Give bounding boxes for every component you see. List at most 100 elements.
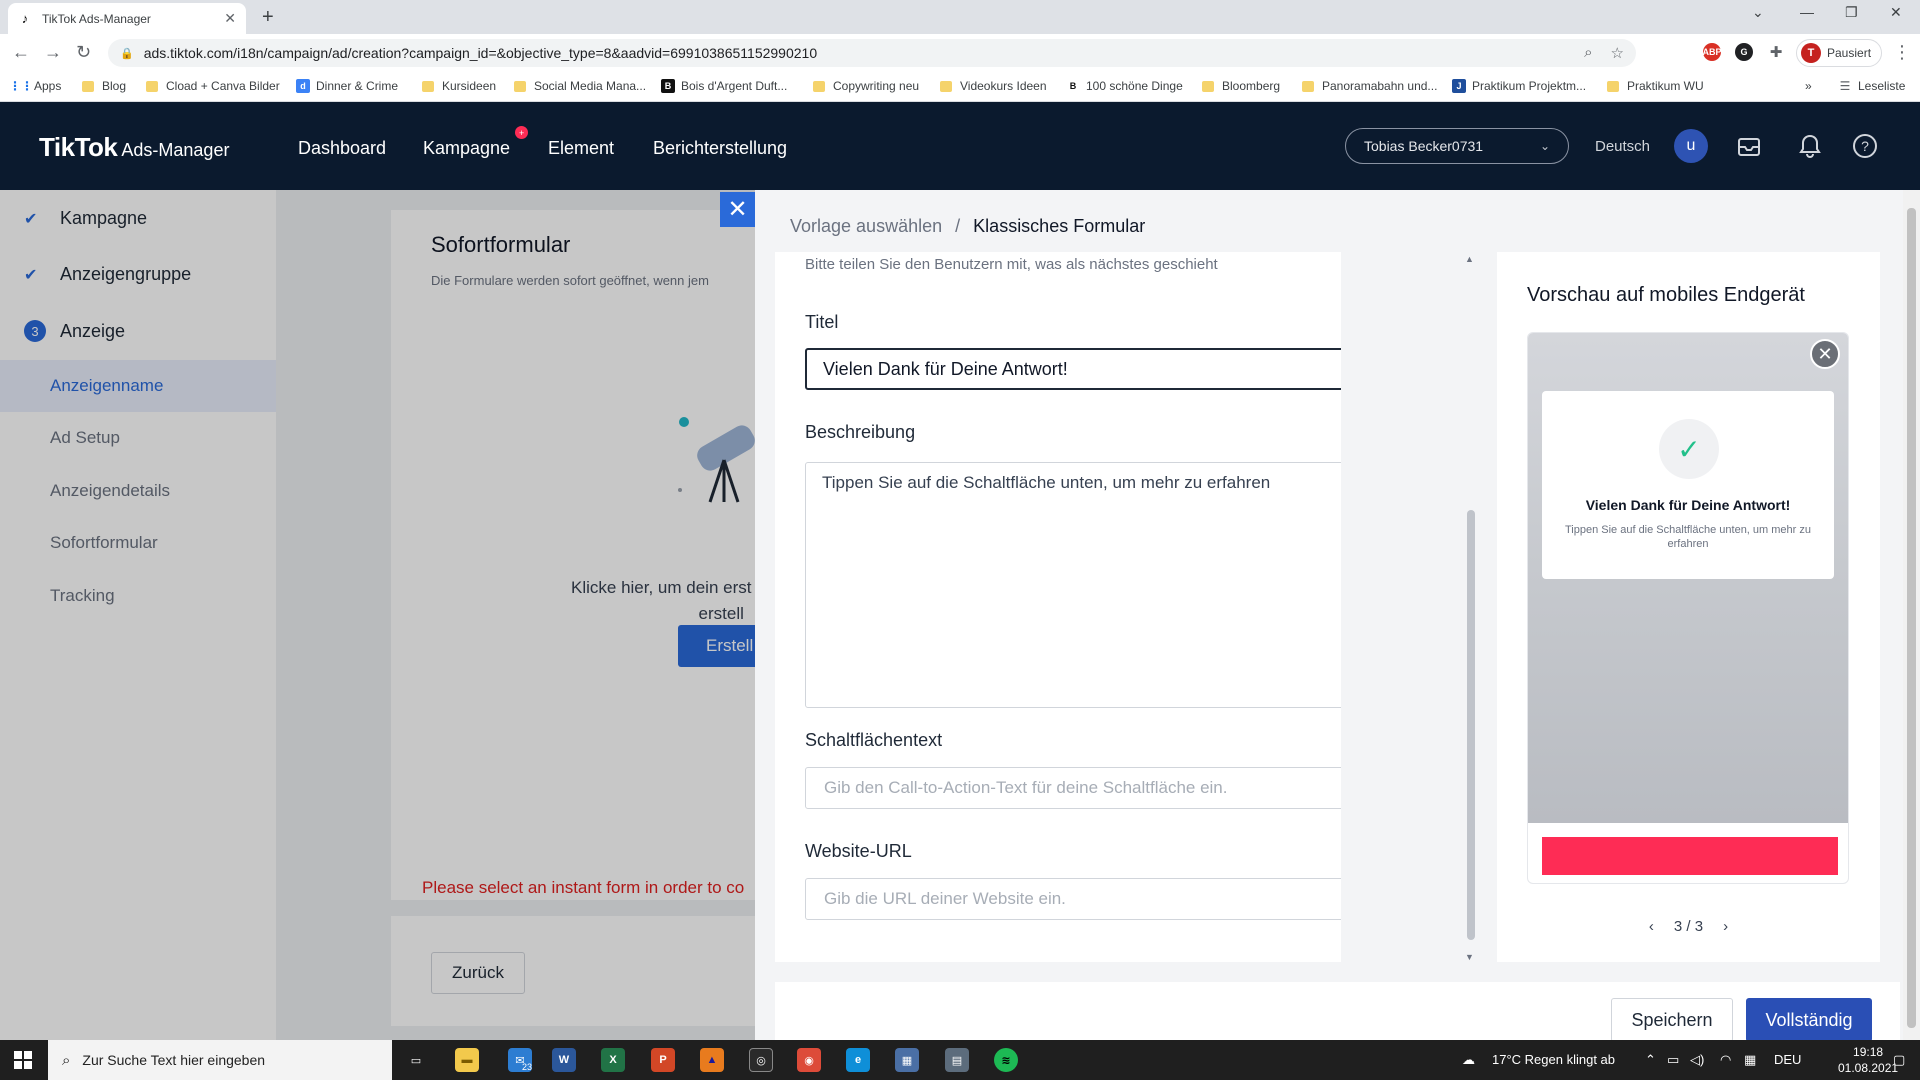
bookmark-item[interactable]: d Dinner & Crime <box>296 79 398 93</box>
more-bookmarks-icon[interactable]: » <box>1805 79 1812 93</box>
next-page-icon[interactable]: › <box>1723 918 1728 935</box>
bookmark-item[interactable]: Social Media Mana... <box>514 79 646 93</box>
title-input[interactable]: Vielen Dank für Deine Antwort! ✕ <box>805 348 1341 390</box>
notifications-bell-icon[interactable] <box>1793 129 1827 163</box>
profile-chip[interactable]: T Pausiert <box>1796 39 1882 67</box>
scroll-down-icon[interactable]: ▼ <box>1465 952 1474 962</box>
bookmark-item[interactable]: Panoramabahn und... <box>1302 79 1437 93</box>
back-icon[interactable]: ← <box>12 42 30 63</box>
powerpoint-icon[interactable]: P <box>651 1048 675 1072</box>
tiktok-ads-logo[interactable]: TikTok Ads-Manager <box>39 132 229 163</box>
reload-icon[interactable]: ↻ <box>76 42 91 63</box>
app-icon[interactable]: ▦ <box>895 1048 919 1072</box>
bookmark-item[interactable]: B Bois d'Argent Duft... <box>661 79 787 93</box>
app-icon[interactable]: ▤ <box>945 1048 969 1072</box>
help-icon[interactable]: ? <box>1848 129 1882 163</box>
browser-tab[interactable]: ♪ TikTok Ads-Manager ✕ <box>8 3 246 34</box>
bookmark-star-icon[interactable]: ☆ <box>1611 44 1624 62</box>
spotify-icon[interactable]: ≋ <box>994 1048 1018 1072</box>
weather-status[interactable]: 17°C Regen klingt ab <box>1492 1052 1615 1067</box>
excel-icon[interactable]: X <box>601 1048 625 1072</box>
adblock-extension-icon[interactable]: ABP <box>1703 43 1722 61</box>
minimize-icon[interactable]: — <box>1800 4 1814 20</box>
nav-element[interactable]: Element <box>548 138 614 159</box>
tray-chevron-icon[interactable]: ⌃ <box>1645 1052 1656 1068</box>
wifi-icon[interactable]: ◠ <box>1720 1052 1731 1068</box>
nav-dashboard[interactable]: Dashboard <box>298 138 386 159</box>
bookmark-item[interactable]: Praktikum WU <box>1607 79 1704 93</box>
prev-page-icon[interactable]: ‹ <box>1649 918 1654 935</box>
bookmark-item[interactable]: Copywriting neu <box>813 79 919 93</box>
scroll-up-icon[interactable]: ▲ <box>1465 254 1474 264</box>
button-text-label: Schaltflächentext <box>805 730 943 750</box>
system-clock[interactable]: 19:18 01.08.2021 <box>1838 1044 1898 1076</box>
notification-center-icon[interactable]: ▢ <box>1893 1052 1905 1068</box>
new-tab-icon[interactable]: + <box>262 6 274 29</box>
folder-icon <box>514 80 526 92</box>
folder-icon <box>1302 80 1314 92</box>
form-scrollbar[interactable]: ▲ ▼ <box>1464 254 1476 962</box>
account-selector[interactable]: Tobias Becker0731 ⌄ <box>1345 128 1569 164</box>
bookmark-item[interactable]: Kursideen <box>422 79 496 93</box>
address-bar[interactable]: 🔒 ads.tiktok.com/i18n/campaign/ad/creati… <box>108 39 1636 67</box>
forward-icon[interactable]: → <box>44 42 62 63</box>
breadcrumb-template-select[interactable]: Vorlage auswählen <box>790 216 942 236</box>
bookmark-item[interactable]: Bloomberg <box>1202 79 1280 93</box>
word-icon[interactable]: W <box>552 1048 576 1072</box>
page-scrollbar[interactable] <box>1903 190 1920 1040</box>
network-icon[interactable]: ▭ <box>1667 1052 1679 1068</box>
apps-grid-icon: ⋮⋮ <box>9 79 33 93</box>
bookmark-favicon-icon: B <box>661 79 675 93</box>
bookmark-apps[interactable]: ⋮⋮ Apps <box>9 79 61 93</box>
breadcrumb-current: Klassisches Formular <box>973 216 1146 236</box>
folder-icon <box>813 80 825 92</box>
browser-menu-icon[interactable]: ⋮ <box>1893 42 1911 63</box>
edge-icon[interactable]: e <box>846 1048 870 1072</box>
keyboard-icon[interactable]: ▦ <box>1744 1052 1756 1068</box>
bookmark-item[interactable]: J Praktikum Projektm... <box>1452 79 1586 93</box>
app-header: TikTok Ads-Manager Dashboard Kampagne + … <box>0 102 1920 190</box>
bookmark-item[interactable]: Cload + Canva Bilder <box>146 79 280 93</box>
grammarly-extension-icon[interactable]: G <box>1735 43 1753 61</box>
file-explorer-icon[interactable]: ▬ <box>455 1048 479 1072</box>
restore-icon[interactable]: ❐ <box>1845 4 1858 21</box>
complete-button[interactable]: Vollständig <box>1746 998 1872 1042</box>
checkmark-icon: ✓ <box>1659 419 1719 479</box>
language-switch[interactable]: Deutsch <box>1595 138 1650 155</box>
volume-icon[interactable]: ◁) <box>1690 1052 1704 1068</box>
input-language[interactable]: DEU <box>1774 1052 1801 1067</box>
svg-text:?: ? <box>1861 138 1869 154</box>
chrome-icon[interactable]: ◉ <box>797 1048 821 1072</box>
bookmark-item[interactable]: Videokurs Ideen <box>940 79 1047 93</box>
app-icon[interactable]: ▲ <box>700 1048 724 1072</box>
button-text-input[interactable]: Gib den Call-to-Action-Text für deine Sc… <box>805 767 1341 809</box>
folder-icon <box>1607 80 1619 92</box>
app-icon[interactable]: ◎ <box>749 1048 773 1072</box>
close-drawer-button[interactable]: ✕ <box>720 192 755 227</box>
task-view-icon[interactable]: ▭ <box>404 1048 428 1072</box>
page-scrollbar-thumb[interactable] <box>1907 208 1916 1028</box>
nav-berichterstellung[interactable]: Berichterstellung <box>653 138 787 159</box>
bookmark-item[interactable]: Blog <box>82 79 126 93</box>
scrollbar-thumb[interactable] <box>1467 510 1475 940</box>
preview-card-description: Tippen Sie auf die Schaltfläche unten, u… <box>1564 524 1811 550</box>
extensions-puzzle-icon[interactable]: ✚ <box>1767 43 1785 61</box>
windows-start-icon[interactable] <box>14 1051 32 1069</box>
nav-kampagne[interactable]: Kampagne + <box>423 126 529 159</box>
bookmark-item[interactable]: B 100 schöne Dinge <box>1066 79 1183 93</box>
zoom-icon[interactable]: ⌕ <box>1584 44 1592 62</box>
weather-cloud-icon[interactable]: ☁ <box>1462 1052 1475 1068</box>
close-tab-icon[interactable]: ✕ <box>224 10 236 27</box>
user-avatar[interactable]: u <box>1674 129 1708 163</box>
preview-close-icon: ✕ <box>1810 339 1840 369</box>
browser-tab-bar: ♪ TikTok Ads-Manager ✕ + ⌄ — ❐ ✕ <box>0 0 1920 34</box>
taskbar-search[interactable]: ⌕ Zur Suche Text hier eingeben <box>48 1040 392 1080</box>
website-url-input[interactable]: Gib die URL deiner Website ein. <box>805 878 1341 920</box>
inbox-icon[interactable] <box>1732 129 1766 163</box>
tab-search-icon[interactable]: ⌄ <box>1752 4 1764 21</box>
save-button[interactable]: Speichern <box>1611 998 1733 1042</box>
description-textarea[interactable]: Tippen Sie auf die Schaltfläche unten, u… <box>805 462 1341 708</box>
modal-overlay[interactable] <box>0 190 755 1040</box>
reading-list[interactable]: ☰ Leseliste <box>1838 79 1906 93</box>
close-window-icon[interactable]: ✕ <box>1890 4 1902 21</box>
